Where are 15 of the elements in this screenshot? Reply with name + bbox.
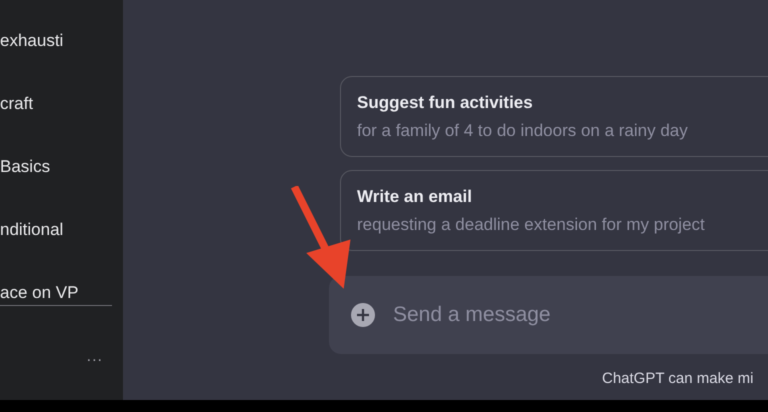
suggestion-title: Write an email xyxy=(357,186,472,206)
suggestion-subtitle: for a family of 4 to do indoors on a rainy day xyxy=(357,120,688,140)
chat-history-item[interactable]: craft xyxy=(0,93,112,114)
disclaimer-text: ChatGPT can make mi xyxy=(602,370,754,387)
plus-icon[interactable] xyxy=(351,303,375,327)
more-button[interactable]: ... xyxy=(86,348,103,366)
chat-history-item[interactable]: ace on VP xyxy=(0,282,112,306)
suggestion-card[interactable]: Write an email requesting a deadline extension for my project xyxy=(340,170,768,251)
suggestion-card[interactable]: Suggest fun activities for a family of 4 to do indoors on a rainy day xyxy=(340,76,768,157)
chat-history-item[interactable]: exhausti xyxy=(0,30,112,51)
message-input[interactable]: Send a message xyxy=(391,302,695,328)
chat-history-item[interactable]: Basics xyxy=(0,156,112,177)
suggestion-subtitle: requesting a deadline extension for my project xyxy=(357,214,705,234)
suggestion-title: Suggest fun activities xyxy=(357,92,533,112)
chat-history-item[interactable]: nditional xyxy=(0,219,112,240)
